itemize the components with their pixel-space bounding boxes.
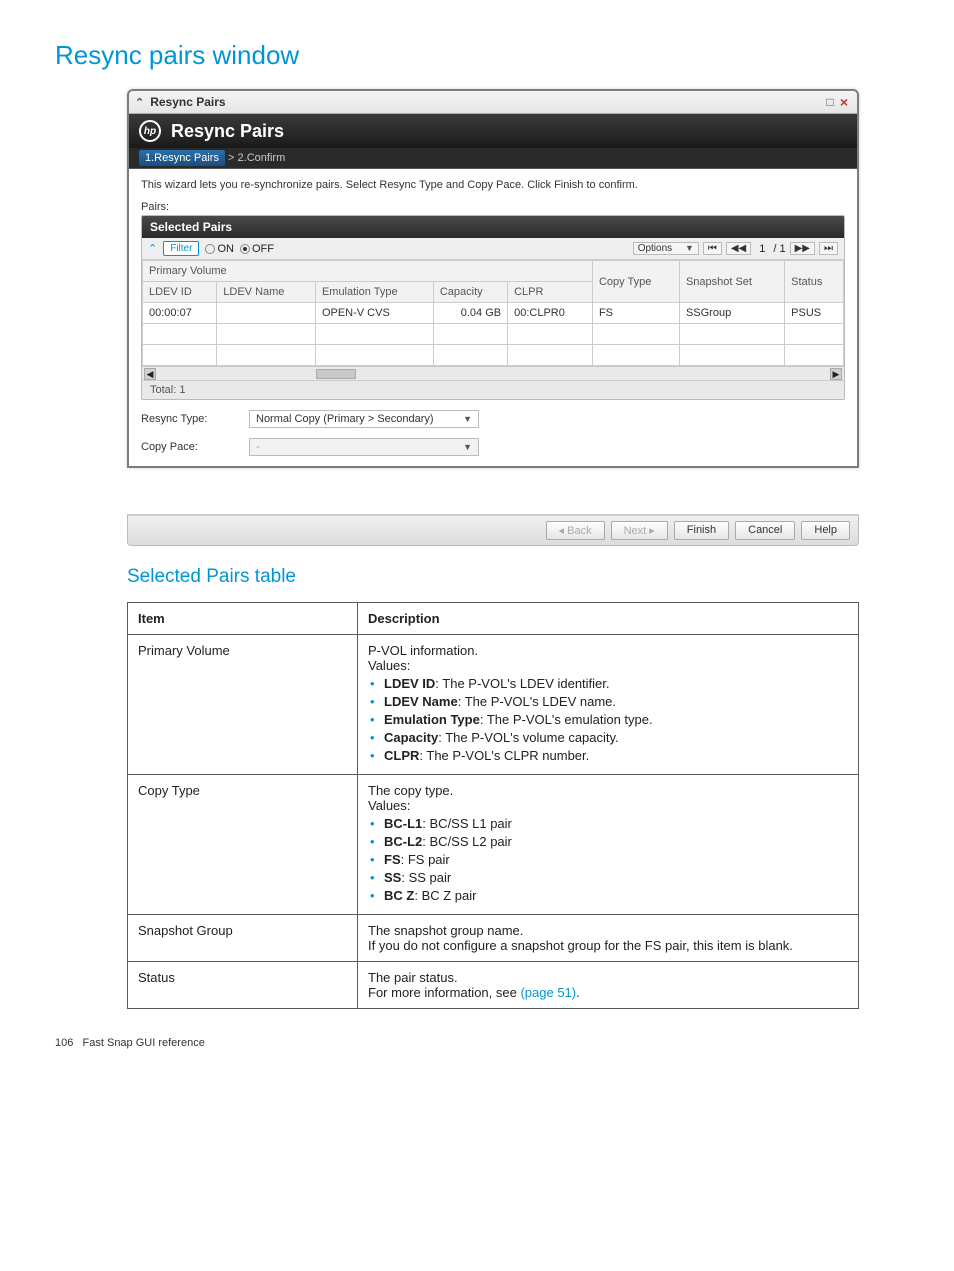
panel-heading: Selected Pairs [142, 216, 844, 238]
desc-row: Primary VolumeP-VOL information.Values:L… [128, 635, 859, 775]
breadcrumb-sep: > [228, 152, 234, 164]
back-button: ◂ Back [546, 521, 605, 540]
pager-next-button[interactable]: ▶▶ [790, 242, 815, 255]
app-header: hp Resync Pairs [129, 114, 857, 148]
table-toolbar: ⌃ Filter ON OFF Options ▼ ⏮ [142, 238, 844, 260]
selected-pairs-desc-table: Item Description Primary VolumeP-VOL inf… [127, 602, 859, 1009]
maximize-button[interactable]: □ [823, 95, 837, 109]
close-button[interactable]: × [837, 94, 851, 110]
options-dropdown[interactable]: Options ▼ [633, 242, 699, 255]
column-status[interactable]: Status [785, 261, 844, 303]
hp-logo-icon: hp [139, 120, 161, 142]
column-ldev-id[interactable]: LDEV ID [143, 282, 217, 303]
desc-description: The snapshot group name.If you do not co… [358, 915, 859, 962]
column-ldev-name[interactable]: LDEV Name [217, 282, 316, 303]
desc-row: Snapshot GroupThe snapshot group name.If… [128, 915, 859, 962]
chevron-down-icon: ▼ [463, 442, 472, 452]
column-copy-type[interactable]: Copy Type [592, 261, 679, 303]
column-group-primary-volume: Primary Volume [143, 261, 593, 282]
column-capacity[interactable]: Capacity [433, 282, 507, 303]
subheading: Selected Pairs table [127, 566, 899, 588]
cell-emulation-type: OPEN-V CVS [315, 303, 433, 324]
filter-on-radio[interactable]: ON [205, 243, 234, 255]
chevron-down-icon: ▼ [463, 414, 472, 424]
horizontal-scrollbar[interactable]: ◀ ▶ [142, 366, 844, 380]
page-indicator: 1 [755, 243, 769, 255]
cell-ldev-name [217, 303, 316, 324]
breadcrumb-step-1: 1.Resync Pairs [139, 150, 225, 166]
desc-bullet: SS: SS pair [370, 870, 848, 885]
cell-clpr: 00:CLPR0 [508, 303, 593, 324]
cell-copy-type: FS [592, 303, 679, 324]
desc-description: The copy type.Values:BC-L1: BC/SS L1 pai… [358, 775, 859, 915]
desc-bullet: Emulation Type: The P-VOL's emulation ty… [370, 712, 848, 727]
pager-prev-button[interactable]: ◀◀ [726, 242, 751, 255]
desc-item: Copy Type [128, 775, 358, 915]
page-link[interactable]: (page 51) [520, 985, 576, 1000]
desc-item: Status [128, 962, 358, 1009]
breadcrumb: 1.Resync Pairs > 2.Confirm [129, 148, 857, 169]
desc-description: The pair status.For more information, se… [358, 962, 859, 1009]
table-row[interactable]: 00:00:07 OPEN-V CVS 0.04 GB 00:CLPR0 FS … [143, 303, 844, 324]
resync-type-label: Resync Type: [141, 413, 241, 425]
column-snapshot-set[interactable]: Snapshot Set [679, 261, 784, 303]
desc-bullet: LDEV Name: The P-VOL's LDEV name. [370, 694, 848, 709]
page-footer: 106 Fast Snap GUI reference [55, 1037, 899, 1049]
collapse-icon[interactable]: ⌃ [135, 96, 144, 109]
selected-pairs-panel: Selected Pairs ⌃ Filter ON OFF Options ▼ [141, 215, 845, 400]
desc-bullet: FS: FS pair [370, 852, 848, 867]
desc-description: P-VOL information.Values:LDEV ID: The P-… [358, 635, 859, 775]
cell-status: PSUS [785, 303, 844, 324]
resync-pairs-window: ⌃ Resync Pairs □ × hp Resync Pairs 1.Res… [127, 89, 859, 468]
pager-first-button[interactable]: ⏮ [703, 242, 722, 255]
selected-pairs-table: Primary Volume Copy Type Snapshot Set St… [142, 260, 844, 366]
desc-bullet: Capacity: The P-VOL's volume capacity. [370, 730, 848, 745]
filter-off-radio[interactable]: OFF [240, 243, 274, 255]
desc-bullet: BC-L2: BC/SS L2 pair [370, 834, 848, 849]
titlebar: ⌃ Resync Pairs □ × [129, 91, 857, 114]
page-total: / 1 [773, 243, 785, 255]
desc-item: Snapshot Group [128, 915, 358, 962]
column-emulation-type[interactable]: Emulation Type [315, 282, 433, 303]
wizard-footer: ◂ Back Next ▸ Finish Cancel Help [127, 514, 859, 546]
next-button: Next ▸ [611, 521, 668, 540]
desc-header-desc: Description [358, 603, 859, 635]
table-row [143, 345, 844, 366]
desc-row: StatusThe pair status.For more informati… [128, 962, 859, 1009]
app-title: Resync Pairs [171, 121, 284, 142]
collapse-icon[interactable]: ⌃ [148, 242, 157, 255]
chevron-down-icon: ▼ [685, 243, 694, 253]
finish-button[interactable]: Finish [674, 521, 729, 540]
total-bar: Total: 1 [142, 380, 844, 399]
scroll-left-button[interactable]: ◀ [144, 368, 156, 380]
cell-capacity: 0.04 GB [433, 303, 507, 324]
pager-last-button[interactable]: ⏭ [819, 242, 838, 255]
desc-header-item: Item [128, 603, 358, 635]
scroll-thumb[interactable] [316, 369, 356, 379]
desc-bullet: BC Z: BC Z pair [370, 888, 848, 903]
page-title: Resync pairs window [55, 40, 899, 71]
wizard-description: This wizard lets you re-synchronize pair… [141, 179, 845, 191]
resync-type-select[interactable]: Normal Copy (Primary > Secondary) ▼ [249, 410, 479, 428]
table-wrapper: Primary Volume Copy Type Snapshot Set St… [142, 260, 844, 366]
breadcrumb-step-2: 2.Confirm [238, 152, 286, 164]
desc-bullet: LDEV ID: The P-VOL's LDEV identifier. [370, 676, 848, 691]
pairs-label: Pairs: [141, 201, 845, 213]
cell-snapshot-set: SSGroup [679, 303, 784, 324]
desc-row: Copy TypeThe copy type.Values:BC-L1: BC/… [128, 775, 859, 915]
cancel-button[interactable]: Cancel [735, 521, 795, 540]
desc-bullet: CLPR: The P-VOL's CLPR number. [370, 748, 848, 763]
column-clpr[interactable]: CLPR [508, 282, 593, 303]
table-row [143, 324, 844, 345]
desc-bullet: BC-L1: BC/SS L1 pair [370, 816, 848, 831]
scroll-right-button[interactable]: ▶ [830, 368, 842, 380]
desc-item: Primary Volume [128, 635, 358, 775]
copy-pace-select: - ▼ [249, 438, 479, 456]
window-title: Resync Pairs [150, 95, 225, 109]
help-button[interactable]: Help [801, 521, 850, 540]
copy-pace-label: Copy Pace: [141, 441, 241, 453]
cell-ldev-id: 00:00:07 [143, 303, 217, 324]
filter-button[interactable]: Filter [163, 241, 199, 256]
